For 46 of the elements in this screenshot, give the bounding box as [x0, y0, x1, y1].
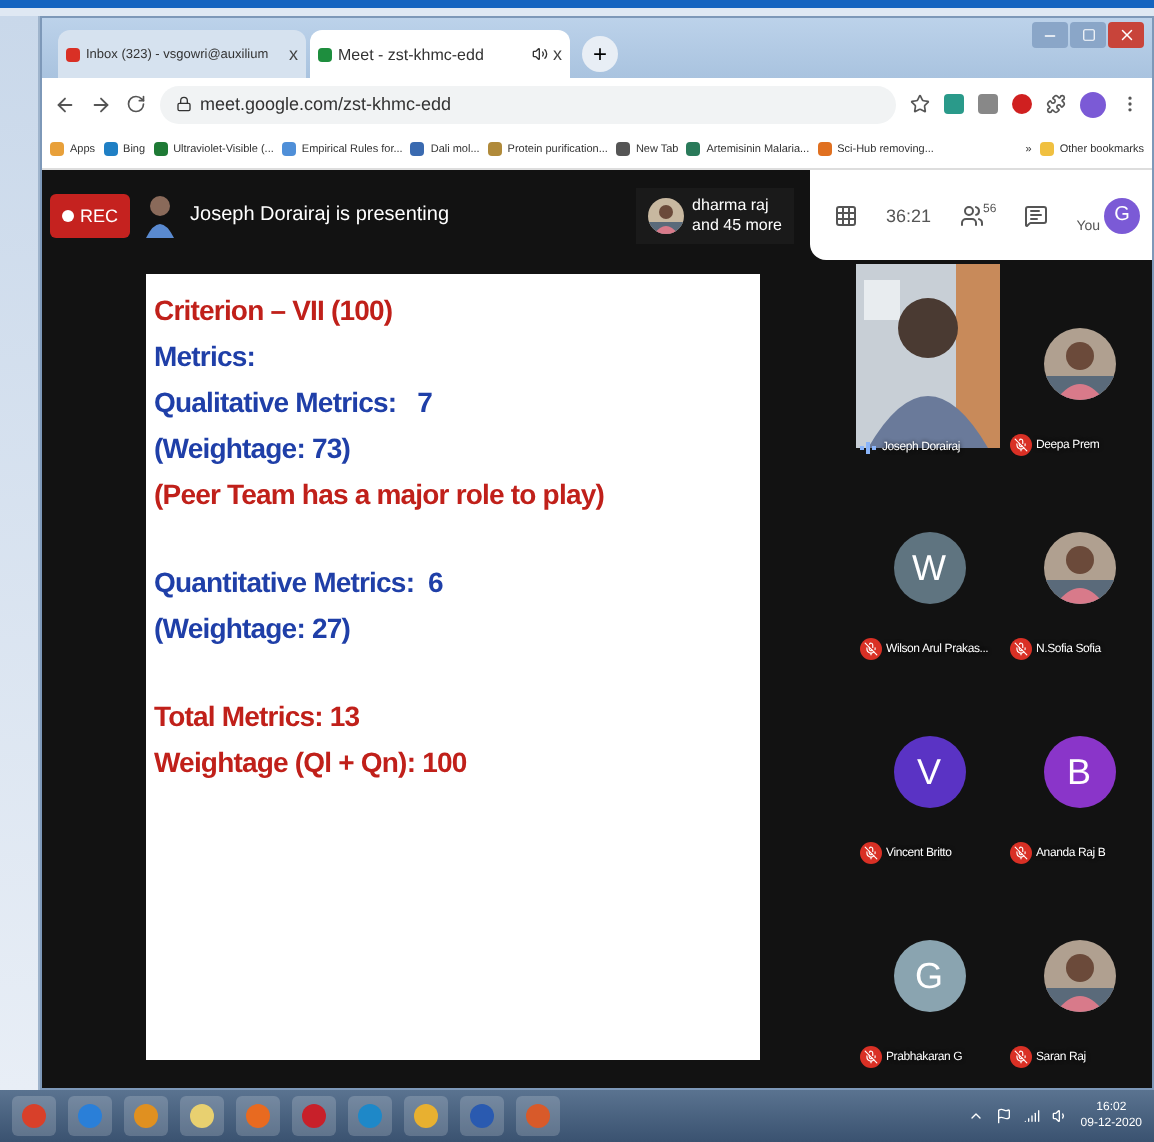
slide-text: (Peer Team has a major role to play) [154, 478, 604, 510]
slide-text: (Weightage: 27) [154, 612, 350, 644]
close-tab-button[interactable]: x [553, 44, 562, 64]
favicon-icon [318, 47, 332, 61]
participants-summary: dharma raj [692, 195, 771, 215]
slide-text: Total Metrics: 13 [154, 700, 360, 732]
slide-text: Quantitative Metrics: 6 [154, 566, 443, 598]
user-avatar[interactable]: G [1104, 197, 1140, 233]
participants-summary: and 45 more [692, 215, 782, 235]
forward-icon[interactable] [90, 93, 112, 115]
person-icon [146, 193, 175, 237]
volume-icon[interactable] [1052, 1108, 1069, 1124]
avatar: V [893, 736, 965, 808]
tray-expand-icon[interactable] [968, 1108, 985, 1124]
lock-icon [176, 96, 192, 112]
slide-text: (Weightage: 73) [154, 432, 350, 464]
chat-icon[interactable] [1024, 203, 1049, 227]
recording-badge: REC [50, 193, 131, 237]
taskbar-app-icon[interactable] [180, 1096, 224, 1136]
close-icon[interactable] [1117, 26, 1135, 44]
presenting-text: Joseph Dorairaj is presenting [190, 204, 450, 226]
network-icon[interactable] [1024, 1108, 1041, 1124]
avatar: G [893, 940, 965, 1012]
slide-text: Metrics: [154, 340, 255, 372]
slide-text: Qualitative Metrics: 7 [154, 386, 433, 418]
reload-icon[interactable] [126, 94, 146, 114]
folder-icon [1039, 142, 1054, 156]
avatar: B [1043, 736, 1115, 808]
slide-text: Weightage (Ql + Qn): 100 [154, 746, 467, 778]
close-tab-button[interactable]: x [289, 44, 298, 64]
star-icon[interactable] [910, 94, 930, 114]
favicon-icon [66, 47, 80, 61]
avatar: W [893, 532, 965, 604]
address-field[interactable]: meet.google.com/zst-khmc-edd [160, 85, 896, 123]
puzzle-icon[interactable] [1046, 94, 1066, 114]
back-icon[interactable] [54, 93, 76, 115]
browser-tab[interactable]: Meet - zst-khmc-edd x [310, 30, 570, 78]
close-button[interactable] [1108, 22, 1144, 48]
layout-icon[interactable] [833, 203, 858, 227]
slide-text: Criterion – VII (100) [154, 294, 393, 326]
new-tab-button[interactable]: + [582, 36, 618, 72]
meeting-timer: 36:21 [885, 205, 931, 225]
url-text: meet.google.com/zst-khmc-edd [200, 94, 452, 114]
flag-icon[interactable] [996, 1108, 1013, 1124]
profile-avatar[interactable] [1080, 91, 1106, 117]
taskbar-app-icon[interactable] [404, 1096, 448, 1136]
